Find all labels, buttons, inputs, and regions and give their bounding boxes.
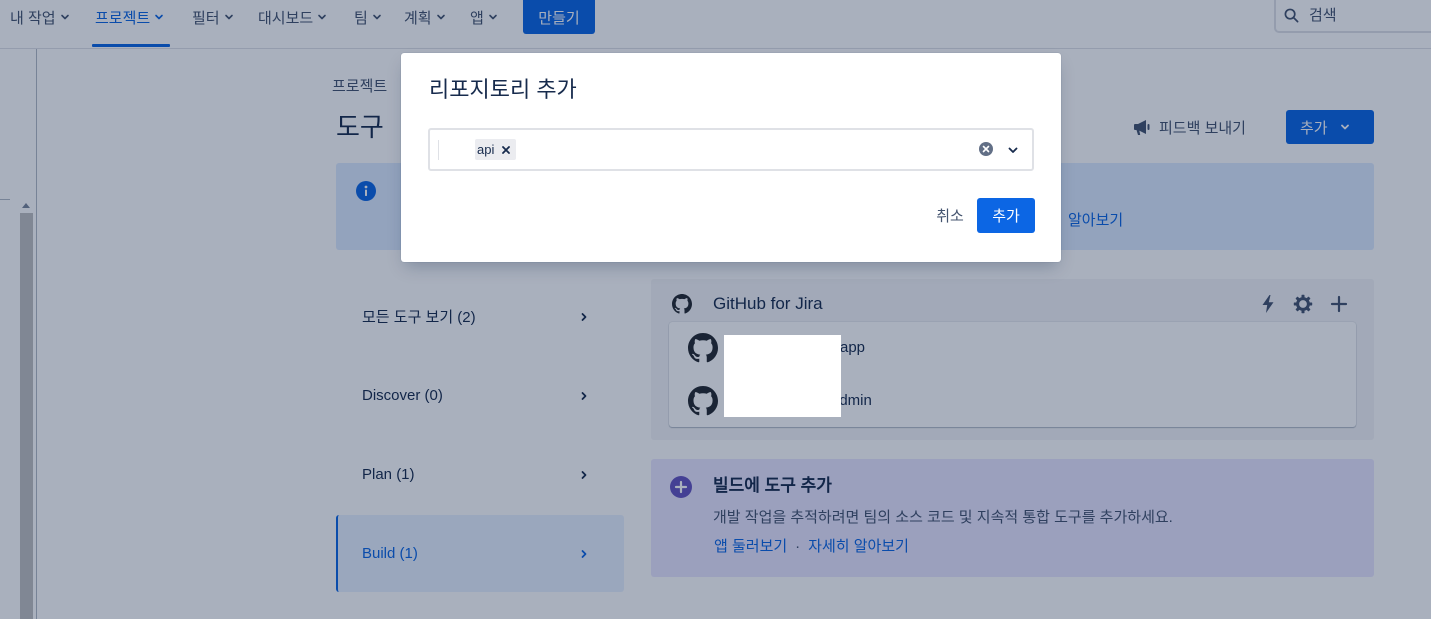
add-repository-dialog: 리포지토리 추가 api 취소 추가: [401, 53, 1061, 262]
redaction-box: [724, 335, 841, 417]
tag-label: api: [477, 142, 495, 157]
add-repository-button[interactable]: 추가: [977, 198, 1035, 233]
selected-repository-tag: api: [475, 139, 517, 160]
remove-tag-icon[interactable]: [502, 145, 511, 154]
cancel-button[interactable]: 취소: [925, 198, 975, 233]
clear-selection-icon[interactable]: [978, 141, 994, 157]
jira-toolchain-page: 내 작업 프로젝트 필터 대시보드 팀 계획 앱 만들기 검색 프로젝트 도구 …: [0, 0, 1431, 619]
chevron-down-icon: [1008, 147, 1018, 153]
dropdown-toggle[interactable]: [1007, 144, 1019, 156]
select-input-caret: [438, 140, 439, 160]
repository-select[interactable]: api: [428, 128, 1034, 171]
dialog-title: 리포지토리 추가: [429, 77, 577, 102]
